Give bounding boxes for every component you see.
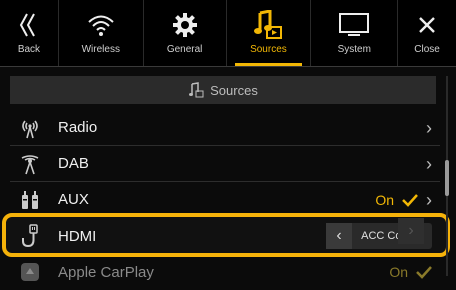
list-item-radio[interactable]: Radio › (10, 110, 440, 146)
hdmi-cable-icon (16, 222, 44, 250)
nav-system-tab[interactable]: System (311, 0, 397, 66)
nav-general-label: General (166, 44, 203, 55)
section-title: Sources (210, 82, 258, 98)
stepper-left-button[interactable]: ‹ (326, 223, 352, 249)
nav-sources-label: Sources (250, 44, 287, 55)
nav-general-tab[interactable]: General (144, 0, 226, 66)
status-on-text: On (389, 264, 408, 280)
list-item-hdmi[interactable]: HDMI ‹ ACC Control › (10, 218, 440, 254)
list-item-label: DAB (58, 155, 89, 172)
list-item-aux[interactable]: AUX On › (10, 182, 440, 218)
chevron-right-icon: › (426, 117, 432, 138)
nav-wireless-label: Wireless (81, 44, 120, 55)
gear-icon (172, 8, 198, 42)
top-nav-bar: Back Wireless General Sources System Clo… (0, 0, 456, 66)
nav-system-label: System (337, 44, 371, 55)
section-header: Sources (10, 76, 436, 104)
antenna-icon (16, 114, 44, 142)
dab-antenna-icon (16, 150, 44, 178)
nav-back-button[interactable]: Back (0, 0, 58, 66)
music-note-icon (188, 82, 204, 98)
list-item-label: Radio (58, 119, 98, 136)
nav-sources-tab[interactable]: Sources (227, 0, 311, 66)
status-on-text: On (375, 192, 394, 208)
list-item-dab[interactable]: DAB › (10, 146, 440, 182)
wifi-icon (86, 8, 116, 42)
list-item-label: HDMI (58, 227, 97, 245)
monitor-icon (338, 8, 370, 42)
aux-jack-icon (16, 186, 44, 214)
nav-underline (0, 66, 456, 67)
double-chevron-left-icon (18, 8, 40, 42)
acc-control-stepper: ‹ ACC Control › (326, 218, 432, 249)
scrollbar-thumb[interactable] (445, 160, 449, 196)
chevron-right-icon: › (426, 153, 432, 174)
nav-back-label: Back (17, 44, 41, 55)
stepper-right-button[interactable]: › (398, 218, 424, 244)
list-item-label: AUX (58, 191, 89, 208)
close-icon (416, 8, 438, 42)
carplay-icon (16, 258, 44, 286)
nav-wireless-tab[interactable]: Wireless (59, 0, 143, 66)
music-note-icon (253, 8, 283, 42)
checkmark-icon[interactable] (402, 193, 418, 207)
chevron-right-icon: › (426, 189, 432, 210)
list-item-label: Apple CarPlay (58, 263, 154, 281)
nav-close-label: Close (414, 44, 440, 55)
nav-close-button[interactable]: Close (398, 0, 456, 66)
list-item-carplay[interactable]: Apple CarPlay On (10, 254, 440, 290)
